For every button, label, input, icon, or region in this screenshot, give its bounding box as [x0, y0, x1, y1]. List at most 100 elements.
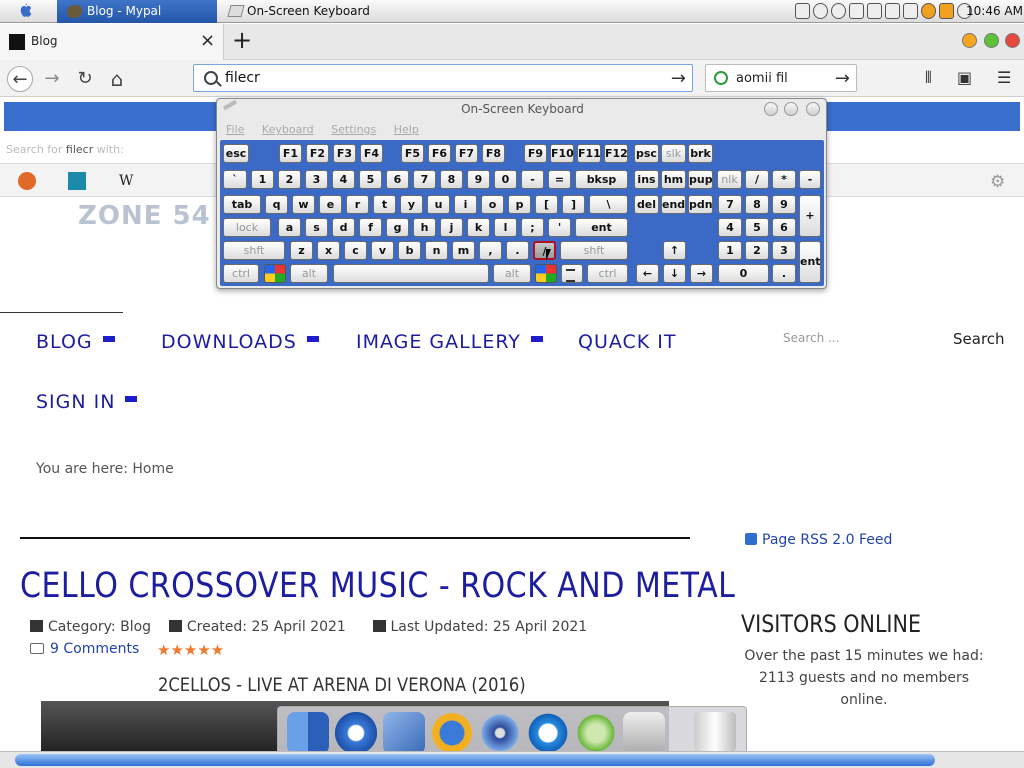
taskbar-item-keyboard[interactable]: On-Screen Keyboard [225, 0, 425, 23]
key-b[interactable]: b [398, 241, 421, 260]
search-bar-input[interactable]: aomii fil [736, 71, 788, 86]
osk-menu-settings[interactable]: Settings [331, 123, 376, 136]
window-close-button[interactable] [1005, 33, 1020, 48]
url-bar[interactable]: filecr → [193, 64, 693, 92]
search-settings-icon[interactable]: ⚙ [990, 172, 1008, 192]
key-ctrl-left[interactable]: ctrl [223, 264, 259, 283]
key-j[interactable]: j [440, 218, 463, 237]
key-semicolon[interactable]: ; [521, 218, 544, 237]
key-kp-decimal[interactable]: . [772, 264, 796, 283]
key-p[interactable]: p [508, 195, 531, 214]
back-button[interactable]: ← [7, 66, 33, 92]
horizontal-scrollbar[interactable] [0, 751, 1024, 768]
osk-menu-keyboard[interactable]: Keyboard [262, 123, 314, 136]
key-5[interactable]: 5 [359, 170, 382, 189]
key-kp-divide[interactable]: / [745, 170, 769, 189]
key-l[interactable]: l [494, 218, 517, 237]
key-slk[interactable]: slk [661, 144, 686, 163]
osk-maximize-button[interactable] [784, 102, 798, 116]
key-quote[interactable]: ' [548, 218, 571, 237]
menu-icon[interactable]: ☰ [997, 68, 1011, 87]
key-kp-6[interactable]: 6 [772, 218, 796, 237]
key-num-lock[interactable]: nlk [717, 170, 742, 189]
window-maximize-button[interactable] [984, 33, 999, 48]
key-3[interactable]: 3 [305, 170, 328, 189]
key-k[interactable]: k [467, 218, 490, 237]
itunes-icon[interactable] [575, 712, 617, 754]
key-f1[interactable]: F1 [279, 144, 302, 163]
key-equals[interactable]: = [548, 170, 571, 189]
tray-clock-icon[interactable] [831, 3, 846, 19]
nav-item-image-gallery[interactable]: IMAGE GALLERY [356, 331, 543, 353]
sidebar-icon[interactable]: ▣ [957, 68, 972, 87]
key-e[interactable]: e [319, 195, 342, 214]
key-period[interactable]: . [506, 241, 529, 260]
key-f11[interactable]: F11 [577, 144, 601, 163]
key-z[interactable]: z [290, 241, 313, 260]
window-minimize-button[interactable] [962, 33, 977, 48]
rating-stars[interactable]: ★★★★★ [157, 641, 224, 659]
key-end[interactable]: end [661, 195, 686, 214]
key-f4[interactable]: F4 [360, 144, 383, 163]
system-preferences-icon[interactable] [623, 712, 665, 754]
key-f2[interactable]: F2 [306, 144, 329, 163]
key-grave[interactable]: ` [223, 170, 247, 189]
internet-explorer-icon[interactable] [335, 712, 377, 754]
key-delete[interactable]: del [634, 195, 659, 214]
key-kp-multiply[interactable]: * [772, 170, 796, 189]
key-9[interactable]: 9 [467, 170, 490, 189]
osk-menu-help[interactable]: Help [394, 123, 419, 136]
key-o[interactable]: o [481, 195, 504, 214]
key-tab[interactable]: tab [223, 195, 261, 214]
site-search-button[interactable]: Search [953, 330, 1005, 348]
key-page-up[interactable]: pup [688, 170, 713, 189]
go-arrow-button[interactable]: → [671, 68, 686, 89]
wikipedia-icon[interactable]: W [119, 172, 137, 190]
rss-feed-link[interactable]: Page RSS 2.0 Feed [745, 532, 892, 548]
search-bar[interactable]: aomii fil → [705, 64, 857, 92]
key-psc[interactable]: psc [634, 144, 659, 163]
tray-monitor-icon[interactable] [903, 3, 918, 19]
duckduckgo-icon[interactable] [18, 172, 36, 190]
key-windows-left-icon[interactable] [264, 264, 286, 283]
key-left-bracket[interactable]: [ [535, 195, 558, 214]
key-right-bracket[interactable]: ] [562, 195, 585, 214]
key-kp-9[interactable]: 9 [772, 195, 796, 214]
key-alt-left[interactable]: alt [290, 264, 328, 283]
key-f10[interactable]: F10 [550, 144, 574, 163]
key-w[interactable]: w [292, 195, 315, 214]
key-alt-right[interactable]: alt [493, 264, 531, 283]
key-f6[interactable]: F6 [428, 144, 451, 163]
key-a[interactable]: a [278, 218, 301, 237]
key-t[interactable]: t [373, 195, 396, 214]
search-go-button[interactable]: → [835, 68, 850, 89]
key-f7[interactable]: F7 [455, 144, 478, 163]
key-h[interactable]: h [413, 218, 436, 237]
home-button[interactable]: ⌂ [104, 66, 130, 92]
key-f[interactable]: f [359, 218, 382, 237]
key-minus[interactable]: - [521, 170, 544, 189]
key-space[interactable] [333, 264, 489, 283]
tray-network-icon[interactable] [939, 3, 954, 19]
key-ctrl-right[interactable]: ctrl [587, 264, 628, 283]
key-page-down[interactable]: pdn [688, 195, 713, 214]
key-arrow-left[interactable]: ← [636, 264, 659, 283]
key-m[interactable]: m [452, 241, 475, 260]
key-arrow-right[interactable]: → [690, 264, 713, 283]
key-v[interactable]: v [371, 241, 394, 260]
key-caps-lock[interactable]: lock [223, 218, 271, 237]
key-kp-7[interactable]: 7 [718, 195, 742, 214]
site-search-input[interactable]: Search ... [783, 331, 839, 345]
key-kp-8[interactable]: 8 [745, 195, 769, 214]
key-arrow-up[interactable]: ↑ [663, 241, 686, 260]
key-q[interactable]: q [265, 195, 288, 214]
key-8[interactable]: 8 [440, 170, 463, 189]
key-arrow-down[interactable]: ↓ [663, 264, 686, 283]
key-esc[interactable]: esc [223, 144, 249, 163]
key-enter[interactable]: ent [575, 218, 628, 237]
key-kp-3[interactable]: 3 [772, 241, 796, 260]
key-kp-4[interactable]: 4 [718, 218, 742, 237]
meta-category-link[interactable]: Blog [120, 619, 151, 635]
key-f5[interactable]: F5 [401, 144, 424, 163]
tab-close-button[interactable]: × [200, 30, 215, 51]
